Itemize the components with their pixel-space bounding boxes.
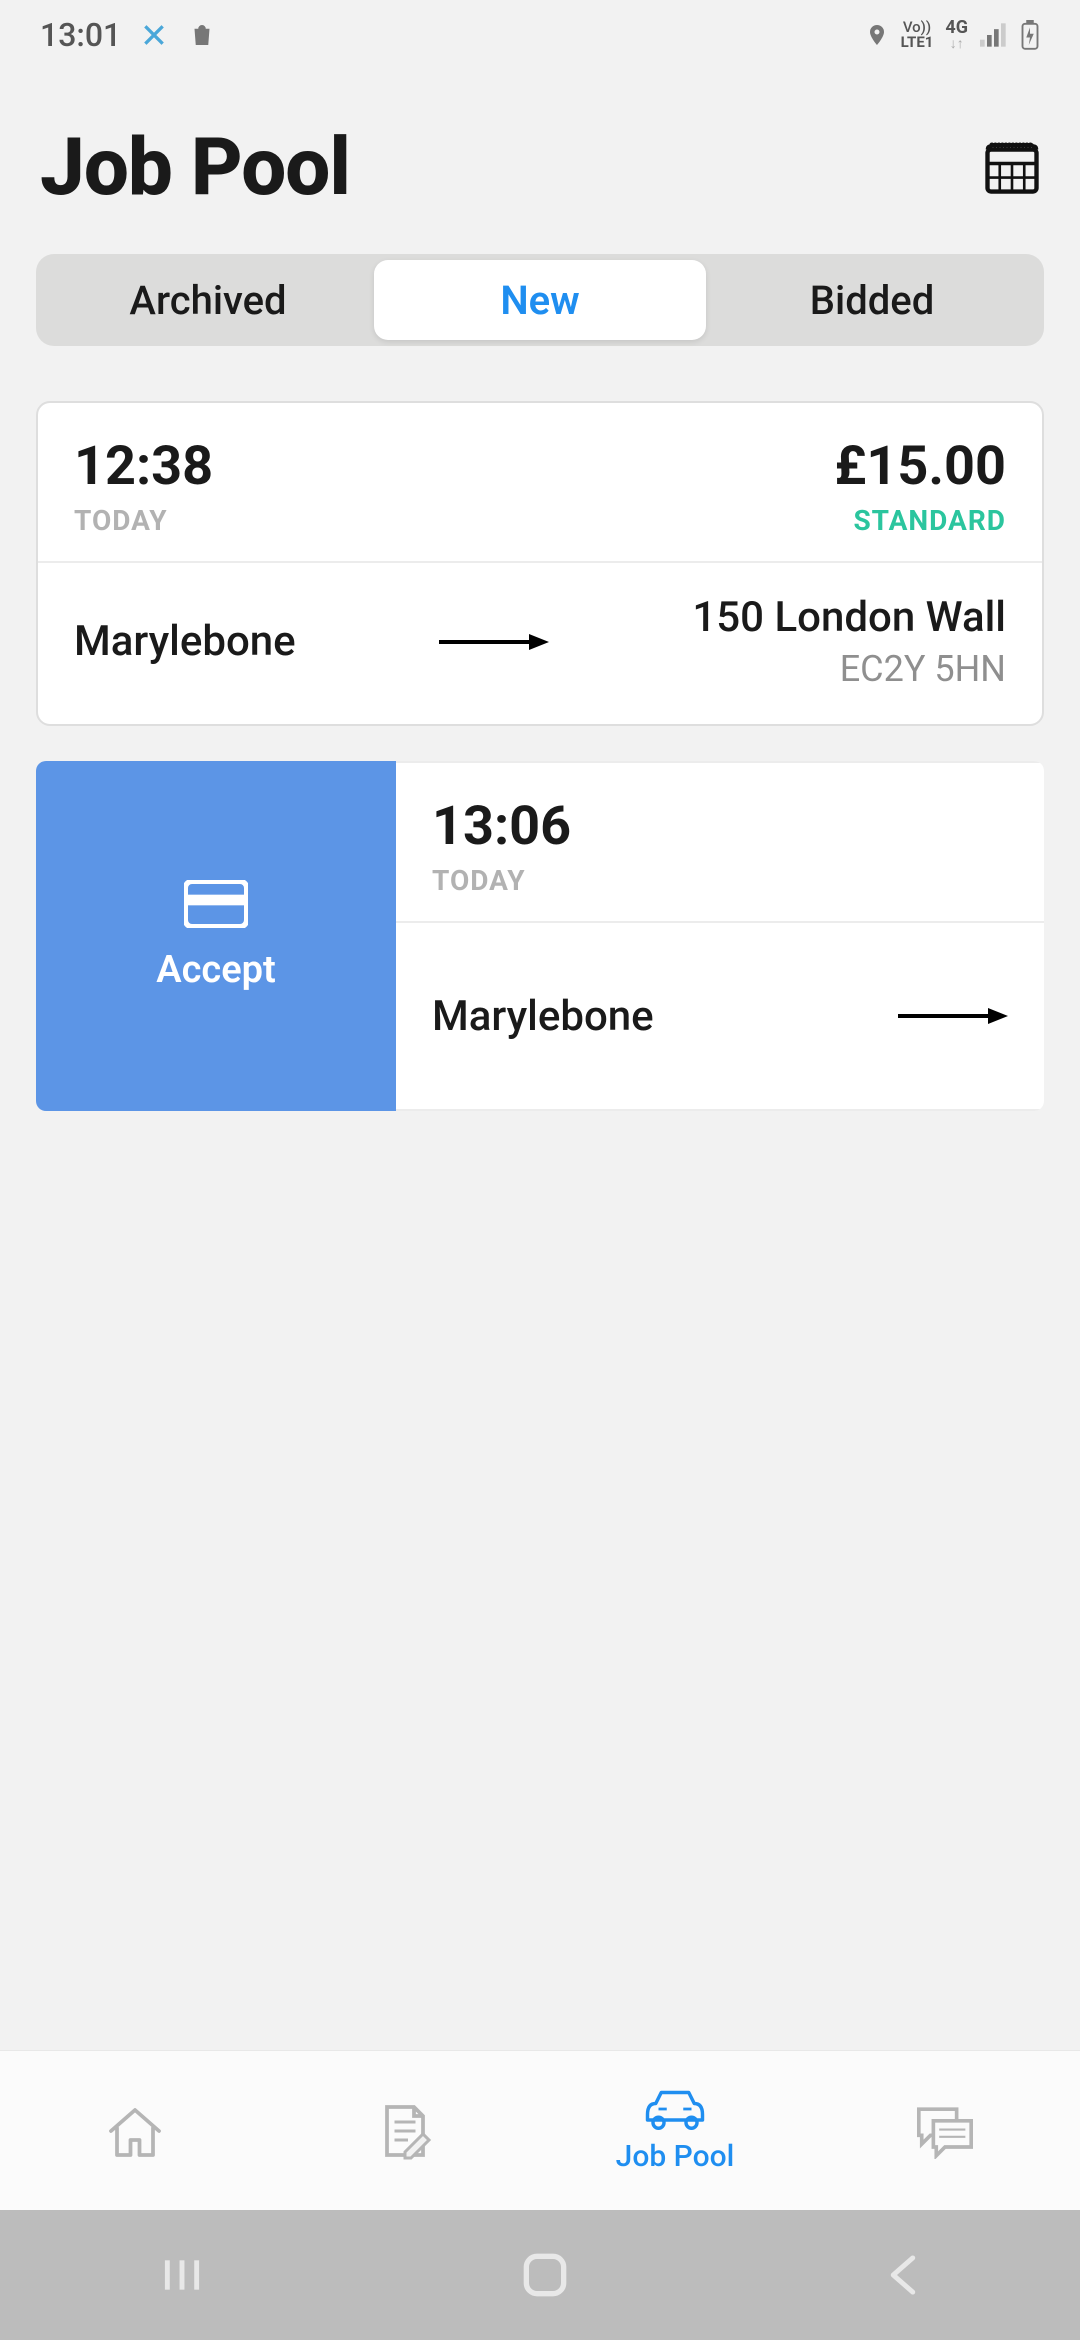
location-icon — [865, 20, 889, 50]
status-time: 13:01 — [40, 16, 121, 54]
nav-recents[interactable] — [157, 2253, 207, 2297]
tab-notes[interactable] — [270, 2051, 540, 2210]
home-icon — [105, 2103, 165, 2159]
header: Job Pool — [0, 70, 1080, 254]
tab-home[interactable] — [0, 2051, 270, 2210]
nav-back[interactable] — [883, 2253, 923, 2297]
signal-icon — [980, 23, 1008, 47]
calendar-icon[interactable] — [984, 139, 1040, 195]
status-4g: 4G ↓↑ — [945, 19, 968, 51]
job-to-postcode: EC2Y 5HN — [692, 648, 1006, 690]
job-card-route: Marylebone 150 London Wall EC2Y 5HN — [38, 563, 1042, 724]
tab-jobpool-label: Job Pool — [616, 2139, 735, 2174]
status-bar: 13:01 Vo)) LTE1 4G ↓↑ — [0, 0, 1080, 70]
tab-jobpool[interactable]: Job Pool — [540, 2051, 810, 2210]
job-card-swiped[interactable]: Accept 13:06 TODAY Marylebone — [36, 761, 1044, 1111]
status-right: Vo)) LTE1 4G ↓↑ — [865, 19, 1040, 51]
arrow-right-icon — [898, 1006, 1008, 1026]
nav-home[interactable] — [521, 2251, 569, 2299]
chat-icon — [913, 2103, 977, 2159]
job-time: 13:06 — [432, 795, 1008, 858]
job-to-address: 150 London Wall — [692, 593, 1006, 642]
accept-button[interactable]: Accept — [36, 761, 396, 1111]
job-card-content[interactable]: 13:06 TODAY Marylebone — [396, 761, 1044, 1111]
job-price: £15.00 — [834, 435, 1006, 498]
job-day: TODAY — [432, 864, 1008, 897]
page-title: Job Pool — [40, 120, 350, 214]
jobs-list: 12:38 TODAY £15.00 STANDARD Marylebone 1… — [0, 401, 1080, 1111]
android-nav-bar — [0, 2210, 1080, 2340]
job-tag: STANDARD — [834, 504, 1006, 537]
job-day: TODAY — [74, 504, 213, 537]
status-left: 13:01 — [40, 16, 217, 54]
job-from: Marylebone — [432, 992, 654, 1041]
job-time: 12:38 — [74, 435, 213, 498]
tab-archived[interactable]: Archived — [42, 260, 374, 340]
job-card-header: 13:06 TODAY — [396, 763, 1044, 923]
tab-bidded[interactable]: Bidded — [706, 260, 1038, 340]
accept-label: Accept — [156, 948, 276, 992]
bag-icon — [187, 20, 217, 50]
bottom-tab-bar: Job Pool — [0, 2050, 1080, 2210]
job-from: Marylebone — [74, 617, 296, 666]
arrow-right-icon — [439, 632, 549, 652]
document-edit-icon — [375, 2101, 435, 2161]
battery-icon — [1020, 20, 1040, 50]
card-icon — [184, 880, 248, 928]
status-volte: Vo)) LTE1 — [901, 20, 934, 50]
close-x-icon — [141, 22, 167, 48]
car-icon — [639, 2087, 711, 2131]
tab-new[interactable]: New — [374, 260, 706, 340]
tab-chat[interactable] — [810, 2051, 1080, 2210]
job-card[interactable]: 12:38 TODAY £15.00 STANDARD Marylebone 1… — [36, 401, 1044, 726]
job-card-route: Marylebone — [396, 923, 1044, 1109]
segmented-control: Archived New Bidded — [36, 254, 1044, 346]
job-card-header: 12:38 TODAY £15.00 STANDARD — [38, 403, 1042, 563]
